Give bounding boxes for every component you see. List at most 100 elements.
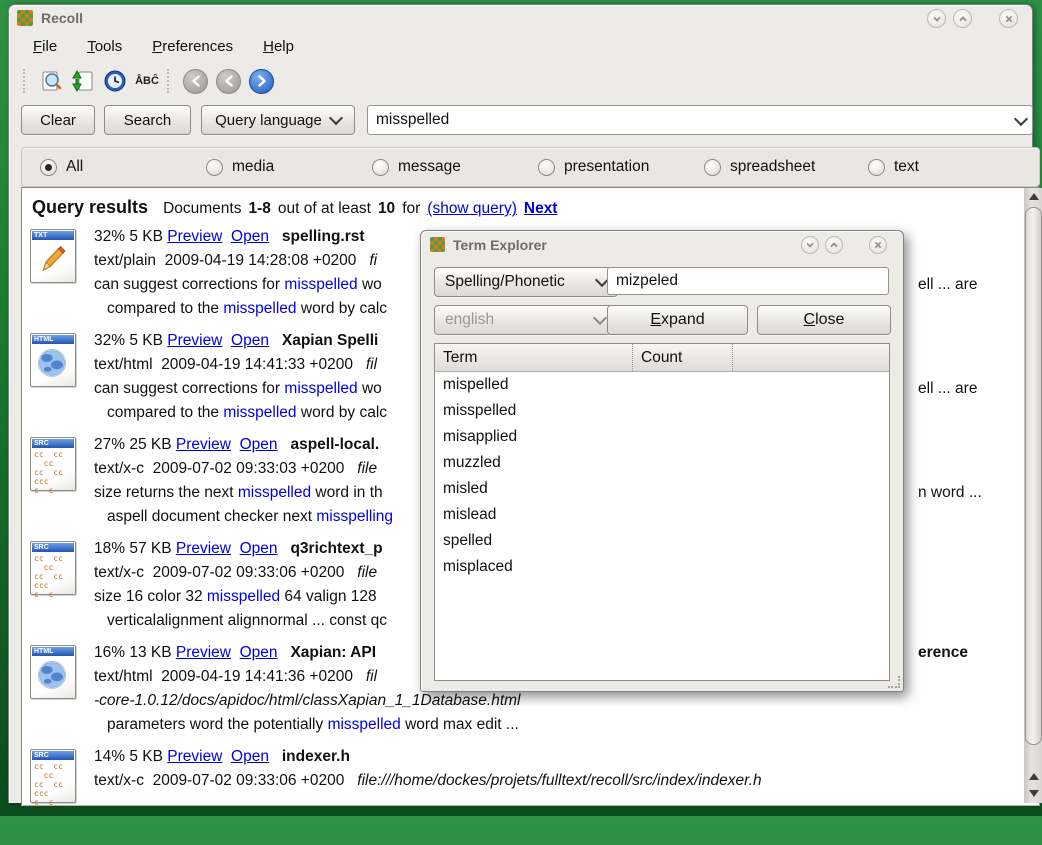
snippet-text: compared to the: [107, 404, 223, 421]
count-cell: [633, 476, 733, 502]
advanced-search-button[interactable]: [35, 67, 67, 95]
radio-message[interactable]: [372, 159, 389, 176]
term-row[interactable]: mispelled: [435, 372, 889, 398]
menu-preferences[interactable]: Preferences: [150, 35, 235, 61]
filter-option-presentation[interactable]: presentation: [538, 158, 649, 176]
query-language-combo[interactable]: Query language: [201, 105, 355, 135]
preview-link[interactable]: Preview: [176, 644, 231, 661]
scroll-down-button[interactable]: [1024, 785, 1042, 802]
toolbar-handle[interactable]: [23, 69, 31, 93]
dialog-titlebar[interactable]: Term Explorer: [421, 231, 903, 257]
open-link[interactable]: Open: [240, 436, 278, 453]
results-scrollbar[interactable]: [1024, 188, 1042, 803]
radio-media[interactable]: [206, 159, 223, 176]
clear-button[interactable]: Clear: [21, 105, 95, 135]
expand-button[interactable]: Expand: [607, 305, 748, 335]
toolbar-handle[interactable]: [167, 69, 175, 93]
go-previous-button[interactable]: [216, 69, 241, 94]
scroll-up-button-2[interactable]: [1024, 768, 1042, 785]
filter-option-message[interactable]: message: [372, 158, 461, 176]
dialog-maximize-button[interactable]: [825, 236, 843, 254]
filter-option-text[interactable]: text: [868, 158, 919, 176]
preview-link[interactable]: Preview: [167, 228, 222, 245]
open-link[interactable]: Open: [240, 644, 278, 661]
term-row[interactable]: misapplied: [435, 424, 889, 450]
open-link[interactable]: Open: [231, 228, 269, 245]
summary-text: for: [402, 200, 420, 218]
go-next-button[interactable]: [249, 69, 274, 94]
resize-grip[interactable]: [888, 676, 900, 688]
filter-option-media[interactable]: media: [206, 158, 274, 176]
term-explorer-button[interactable]: ÅBĈ: [131, 67, 163, 95]
src-file-icon: SRCcc cc cc cc cc ccc c c: [30, 541, 76, 595]
maximize-button[interactable]: [953, 9, 972, 28]
snippet-text: word by calc: [297, 404, 387, 421]
open-link[interactable]: Open: [231, 332, 269, 349]
close-button[interactable]: [999, 9, 1018, 28]
language-combo[interactable]: english: [434, 305, 616, 335]
document-history-button[interactable]: [99, 67, 131, 95]
term-input[interactable]: [607, 267, 889, 295]
preview-link[interactable]: Preview: [176, 436, 231, 453]
open-link[interactable]: Open: [231, 748, 269, 765]
menu-help[interactable]: Help: [261, 35, 296, 61]
preview-link[interactable]: Preview: [167, 332, 222, 349]
term-cell: spelled: [435, 528, 633, 554]
menu-tools[interactable]: Tools: [85, 35, 124, 61]
file-type-tag: SRC: [32, 751, 74, 760]
search-history-dropdown[interactable]: [1010, 106, 1032, 134]
term-row[interactable]: muzzled: [435, 450, 889, 476]
search-input[interactable]: [368, 111, 1010, 129]
filter-option-spreadsheet[interactable]: spreadsheet: [704, 158, 815, 176]
term-row[interactable]: mislead: [435, 502, 889, 528]
term-row[interactable]: misled: [435, 476, 889, 502]
result-relevance: 27% 25 KB: [94, 436, 176, 453]
term-cell: misled: [435, 476, 633, 502]
result-url: file: [357, 460, 377, 477]
minimize-button[interactable]: [927, 9, 946, 28]
count-cell: [633, 398, 733, 424]
scroll-up-button[interactable]: [1024, 188, 1042, 205]
term-cell: muzzled: [435, 450, 633, 476]
mime-type: text/x-c: [94, 460, 153, 477]
radio-text[interactable]: [868, 159, 885, 176]
summary-text: Documents: [163, 200, 241, 218]
filter-label: presentation: [564, 158, 649, 176]
titlebar[interactable]: Recoll: [9, 5, 1032, 31]
sort-parameters-button[interactable]: [67, 67, 99, 95]
dialog-close-button[interactable]: [869, 236, 887, 254]
term-row[interactable]: misplaced: [435, 554, 889, 580]
result-url: fil: [366, 668, 377, 685]
search-button[interactable]: Search: [104, 105, 191, 135]
go-first-button[interactable]: [183, 69, 208, 94]
column-header-count[interactable]: Count: [633, 344, 733, 371]
show-query-link[interactable]: (show query): [427, 200, 517, 218]
result-title: Xapian: API: [290, 644, 376, 661]
dialog-minimize-button[interactable]: [801, 236, 819, 254]
term-row[interactable]: spelled: [435, 528, 889, 554]
result-snippet: parameters word the potentially misspell…: [94, 713, 1030, 737]
term-table-header: Term Count: [435, 344, 889, 372]
open-link[interactable]: Open: [240, 540, 278, 557]
radio-spreadsheet[interactable]: [704, 159, 721, 176]
scrollbar-thumb[interactable]: [1025, 207, 1042, 745]
expansion-mode-combo[interactable]: Spelling/Phonetic: [434, 267, 618, 297]
result-item: SRCcc cc cc cc cc ccc c c14% 5 KB Previe…: [30, 745, 1030, 845]
menu-file[interactable]: File: [31, 35, 59, 61]
radio-presentation[interactable]: [538, 159, 555, 176]
column-header-term[interactable]: Term: [435, 344, 633, 371]
highlight-term: misspelled: [284, 380, 357, 397]
filter-option-all[interactable]: All: [40, 158, 83, 176]
term-cell: misspelled: [435, 398, 633, 424]
result-date: 2009-04-19 14:41:33 +0200: [161, 356, 366, 373]
snippet-text: wo: [358, 276, 382, 293]
src-file-icon: SRCcc cc cc cc cc ccc c c: [30, 437, 76, 491]
term-row[interactable]: misspelled: [435, 398, 889, 424]
radio-all[interactable]: [40, 159, 57, 176]
arrow-right-icon: [256, 75, 268, 87]
next-page-link[interactable]: Next: [524, 200, 558, 218]
chevron-up-icon: [958, 14, 968, 24]
preview-link[interactable]: Preview: [167, 748, 222, 765]
preview-link[interactable]: Preview: [176, 540, 231, 557]
close-dialog-button[interactable]: Close: [757, 305, 891, 335]
